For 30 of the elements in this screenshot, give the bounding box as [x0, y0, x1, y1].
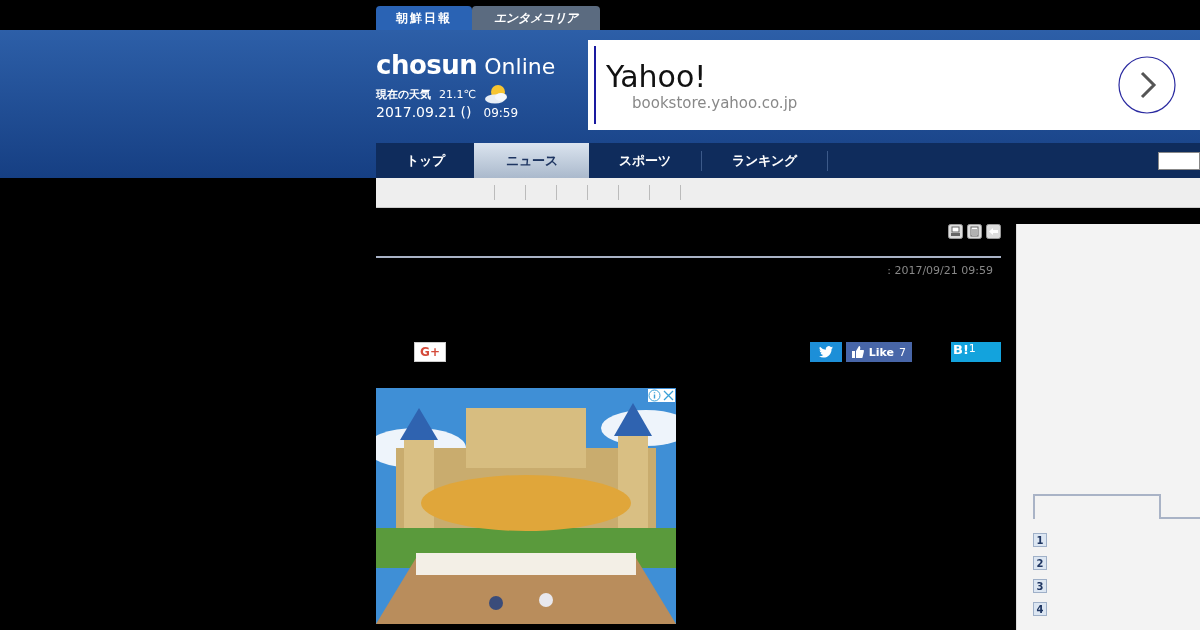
- timestamp: : 2017/09/21 09:59: [886, 264, 994, 277]
- document-icon[interactable]: [967, 224, 982, 239]
- close-icon[interactable]: [662, 389, 675, 402]
- rank-number: 4: [1033, 602, 1047, 616]
- nav-tab[interactable]: スポーツ: [589, 150, 702, 171]
- thumbs-up-icon: [851, 346, 864, 358]
- temperature: 21.1℃: [439, 87, 476, 101]
- ad-url: bookstore.yahoo.co.jp: [632, 93, 799, 112]
- rank-number: 3: [1033, 579, 1047, 593]
- search-field[interactable]: [1158, 151, 1200, 170]
- weather-label: 現在の天気: [376, 86, 431, 102]
- time-text: 09:59: [483, 106, 519, 120]
- rank-number: 2: [1033, 556, 1047, 570]
- nav-tab[interactable]: トップ: [376, 150, 474, 171]
- ad-card[interactable]: Yahoo! bookstore.yahoo.co.jp: [588, 40, 1200, 130]
- google-plus-button[interactable]: G+: [414, 342, 446, 362]
- sun-cloud-icon: [483, 84, 510, 104]
- nav-tab[interactable]: ランキング: [702, 150, 828, 171]
- ad-title[interactable]: Yahoo!: [606, 58, 1118, 94]
- nav-tab[interactable]: ニュース: [474, 143, 589, 178]
- twitter-button[interactable]: [809, 342, 842, 362]
- bird-icon: [818, 346, 833, 358]
- date-text: 2017.09.21 (): [376, 104, 472, 120]
- rank-number: 1: [1033, 533, 1047, 547]
- site-logo[interactable]: chosun Online: [376, 50, 588, 80]
- edition-tab[interactable]: エンタメコリア: [472, 6, 600, 30]
- chevron-right-icon[interactable]: [1118, 56, 1176, 114]
- facebook-like-button[interactable]: Like 7: [845, 342, 912, 362]
- edition-tab[interactable]: 朝鮮日報: [376, 6, 472, 30]
- print-icon[interactable]: [948, 224, 963, 239]
